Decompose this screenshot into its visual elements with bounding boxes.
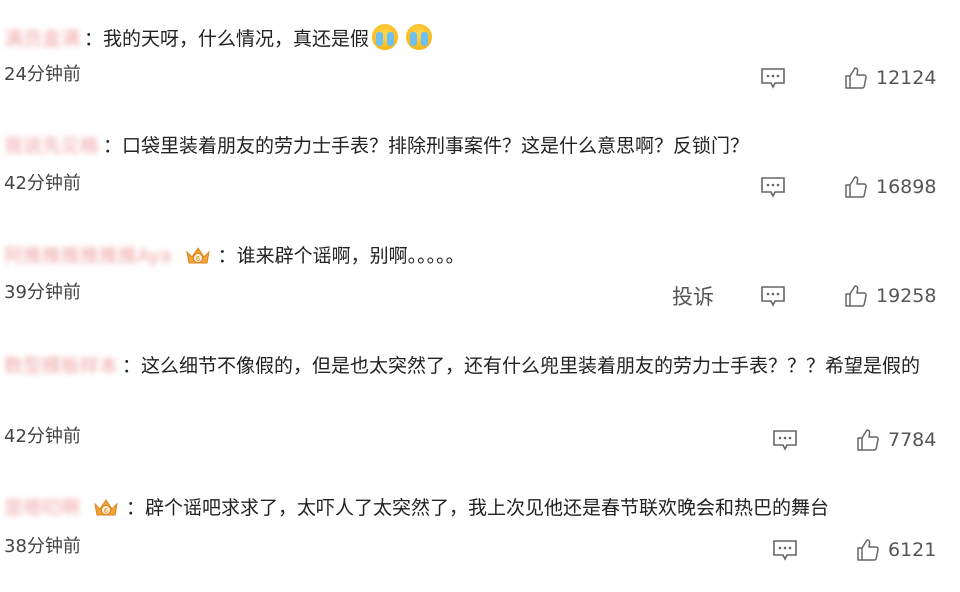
- username[interactable]: 数型模板样本: [4, 351, 118, 381]
- comment-text-line: 满员盒满 ：我的天呀，什么情况，真还是假: [4, 24, 433, 51]
- comment-time: 24分钟前: [4, 64, 81, 85]
- comment-time: 42分钟前: [4, 173, 81, 194]
- comment-text: ：口袋里装着朋友的劳力士手表？排除刑事案件？这是什么意思啊？反锁门？: [103, 135, 750, 157]
- like-button[interactable]: 7784: [856, 428, 936, 452]
- vip-crown-badge: 6: [94, 499, 118, 516]
- crying-face-emoji: [372, 24, 399, 50]
- comment-text-line: 阿推推推推推推Aya 6 ：谁来辟个谣啊，别啊。。。。。: [4, 244, 465, 268]
- thumbs-up-icon: [857, 429, 879, 451]
- comment-icon[interactable]: [760, 176, 786, 198]
- like-count: 7784: [888, 429, 937, 451]
- comment-text: ：这么细节不像假的，但是也太突然了，还有什么兜里装着朋友的劳力士手表？？？希望是…: [122, 355, 921, 377]
- like-button[interactable]: 19258: [844, 284, 936, 308]
- comment-time: 38分钟前: [4, 536, 81, 557]
- username[interactable]: 我说先见格: [4, 134, 99, 158]
- comment-icon[interactable]: [772, 539, 798, 561]
- thumbs-up-icon: [857, 539, 879, 561]
- comment-text-line: 我说先见格 ：口袋里装着朋友的劳力士手表？排除刑事案件？这是什么意思啊？反锁门？: [4, 134, 749, 158]
- like-count: 6121: [888, 539, 937, 561]
- comment-text: ：谁来辟个谣啊，别啊。。。。。: [217, 245, 465, 267]
- thumbs-up-icon: [845, 285, 867, 307]
- like-button[interactable]: 16898: [844, 175, 936, 199]
- like-count: 16898: [876, 176, 937, 198]
- svg-text:6: 6: [104, 507, 109, 515]
- thumbs-up-icon: [845, 67, 867, 89]
- report-button[interactable]: 投诉: [672, 285, 714, 309]
- like-count: 19258: [876, 285, 937, 307]
- crying-face-emoji: [406, 24, 433, 50]
- username[interactable]: 是嗯叨啊: [4, 496, 80, 520]
- vip-crown-badge: 6: [185, 247, 210, 264]
- username[interactable]: 满员盒满: [4, 27, 80, 51]
- comment-text-line: 数型模板样本 ：这么细节不像假的，但是也太突然了，还有什么兜里装着朋友的劳力士手表…: [4, 351, 950, 381]
- comment-icon[interactable]: [772, 429, 798, 451]
- comment-icon[interactable]: [760, 67, 786, 89]
- comment-time: 42分钟前: [4, 426, 81, 447]
- like-button[interactable]: 6121: [856, 538, 936, 562]
- like-button[interactable]: 12124: [844, 66, 936, 90]
- comment-text-line: 是嗯叨啊 6 ：辟个谣吧求求了，太吓人了太突然了，我上次见他还是春节联欢晚会和热…: [4, 496, 829, 520]
- like-count: 12124: [876, 67, 937, 89]
- comment-text: ：我的天呀，什么情况，真还是假: [84, 28, 370, 50]
- username[interactable]: 阿推推推推推推Aya: [4, 244, 172, 268]
- comment-icon[interactable]: [760, 285, 786, 307]
- comment-time: 39分钟前: [4, 282, 81, 303]
- comment-text: ：辟个谣吧求求了，太吓人了太突然了，我上次见他还是春节联欢晚会和热巴的舞台: [126, 497, 830, 519]
- thumbs-up-icon: [845, 176, 867, 198]
- svg-text:6: 6: [195, 255, 200, 263]
